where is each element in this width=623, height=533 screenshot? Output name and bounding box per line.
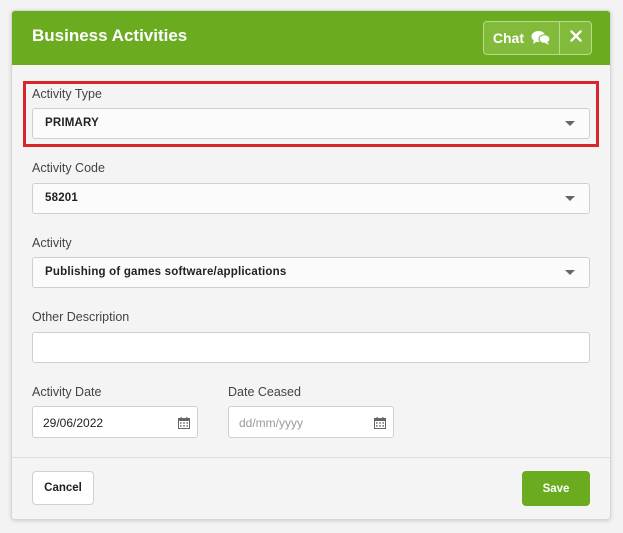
calendar-icon[interactable] — [374, 416, 386, 429]
save-button[interactable]: Save — [522, 471, 590, 506]
activity-type-value: PRIMARY — [45, 117, 100, 129]
activity-label: Activity — [32, 236, 72, 250]
chat-label: Chat — [492, 30, 524, 46]
chevron-down-icon — [565, 196, 575, 201]
activity-code-label: Activity Code — [32, 161, 105, 175]
activity-date-value: 29/06/2022 — [43, 416, 104, 430]
activity-select[interactable]: Publishing of games software/application… — [32, 257, 590, 288]
date-ceased-placeholder: dd/mm/yyyy — [239, 416, 304, 430]
activity-date-input[interactable]: 29/06/2022 — [32, 406, 198, 438]
chevron-down-icon — [565, 270, 575, 275]
calendar-icon[interactable] — [178, 416, 190, 429]
activity-date-label: Activity Date — [32, 385, 102, 399]
date-ceased-label: Date Ceased — [228, 385, 301, 399]
other-description-input[interactable] — [32, 332, 590, 363]
date-ceased-input[interactable]: dd/mm/yyyy — [228, 406, 394, 438]
activity-type-select[interactable]: PRIMARY — [32, 108, 590, 139]
footer-divider — [12, 457, 610, 458]
activity-code-value: 58201 — [45, 192, 78, 204]
activity-value: Publishing of games software/application… — [45, 266, 287, 278]
cancel-button[interactable]: Cancel — [32, 471, 94, 505]
chevron-down-icon — [565, 121, 575, 126]
activity-code-select[interactable]: 58201 — [32, 183, 590, 214]
modal-dialog: Business Activities Chat Activity Type P… — [11, 10, 611, 520]
close-button[interactable] — [560, 22, 591, 54]
activity-type-label: Activity Type — [32, 87, 102, 101]
modal-title: Business Activities — [32, 26, 188, 45]
other-description-label: Other Description — [32, 310, 130, 324]
chat-bubbles-icon — [531, 30, 551, 46]
close-icon — [569, 29, 582, 47]
chat-button[interactable]: Chat — [484, 22, 560, 54]
modal-header: Business Activities Chat — [12, 11, 610, 65]
header-button-group: Chat — [482, 21, 592, 55]
